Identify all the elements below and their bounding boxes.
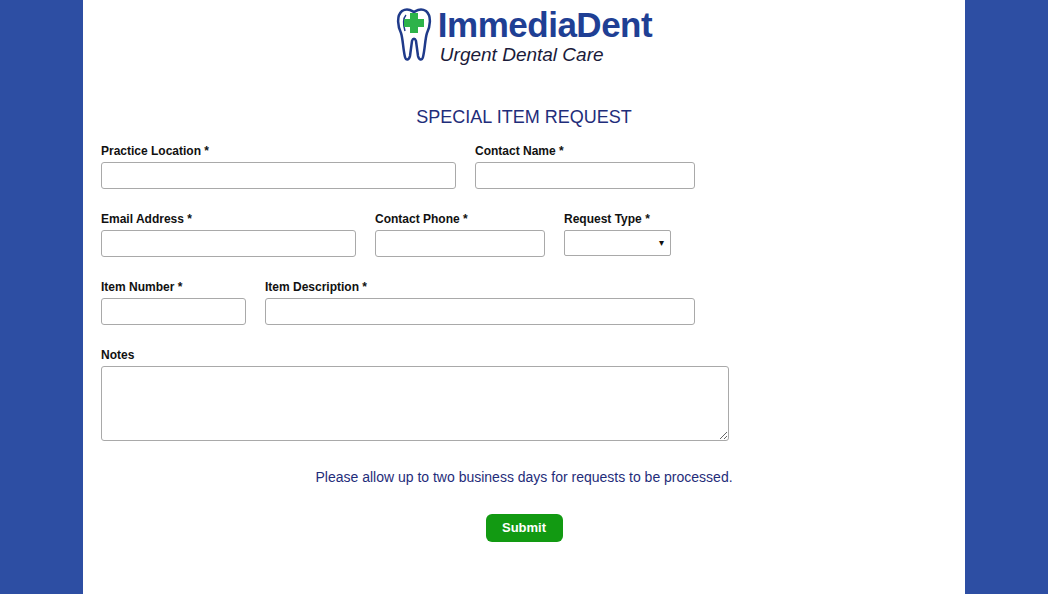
form-field: Item Description * — [265, 280, 695, 325]
field-label: Item Description * — [265, 280, 695, 294]
logo: ImmediaDentUrgent Dental Care — [83, 0, 965, 66]
dropdown-arrow-icon: ▾ — [659, 238, 664, 248]
field-label: Request Type * — [564, 212, 671, 226]
logo-tagline: Urgent Dental Care — [440, 44, 652, 66]
form-field: Notes — [101, 348, 729, 441]
form-row: Email Address * Contact Phone * Request Ty… — [101, 212, 965, 257]
form-field: Contact Phone * — [375, 212, 545, 257]
form-field: Contact Name * — [475, 144, 695, 189]
request-form: Practice Location * Contact Name * Email A… — [83, 144, 965, 441]
field-label: Email Address * — [101, 212, 356, 226]
field-label: Notes — [101, 348, 729, 362]
page: ImmediaDentUrgent Dental Care SPECIAL ITE… — [0, 0, 1048, 594]
text-input[interactable] — [375, 230, 545, 257]
tooth-icon — [396, 7, 432, 61]
field-label: Contact Phone * — [375, 212, 545, 226]
form-field: Item Number * — [101, 280, 246, 325]
notes-textarea[interactable] — [101, 366, 729, 441]
text-input[interactable] — [101, 230, 356, 257]
field-label: Practice Location * — [101, 144, 456, 158]
request-type-select[interactable]: ▾ — [564, 230, 671, 256]
field-label: Contact Name * — [475, 144, 695, 158]
text-input[interactable] — [475, 162, 695, 189]
processing-notice: Please allow up to two business days for… — [83, 468, 965, 486]
field-label: Item Number * — [101, 280, 246, 294]
logo-name: ImmediaDent — [438, 6, 652, 44]
text-input[interactable] — [265, 298, 695, 325]
form-title: SPECIAL ITEM REQUEST — [83, 106, 965, 128]
text-input[interactable] — [101, 298, 246, 325]
form-row: Notes — [101, 348, 965, 441]
form-panel: ImmediaDentUrgent Dental Care SPECIAL ITE… — [83, 0, 965, 594]
form-row: Practice Location * Contact Name * — [101, 144, 965, 189]
form-row: Item Number * Item Description * — [101, 280, 965, 325]
form-field: Email Address * — [101, 212, 356, 257]
form-field: Request Type * ▾ — [564, 212, 671, 256]
form-field: Practice Location * — [101, 144, 456, 189]
submit-button[interactable]: Submit — [486, 514, 563, 542]
text-input[interactable] — [101, 162, 456, 189]
